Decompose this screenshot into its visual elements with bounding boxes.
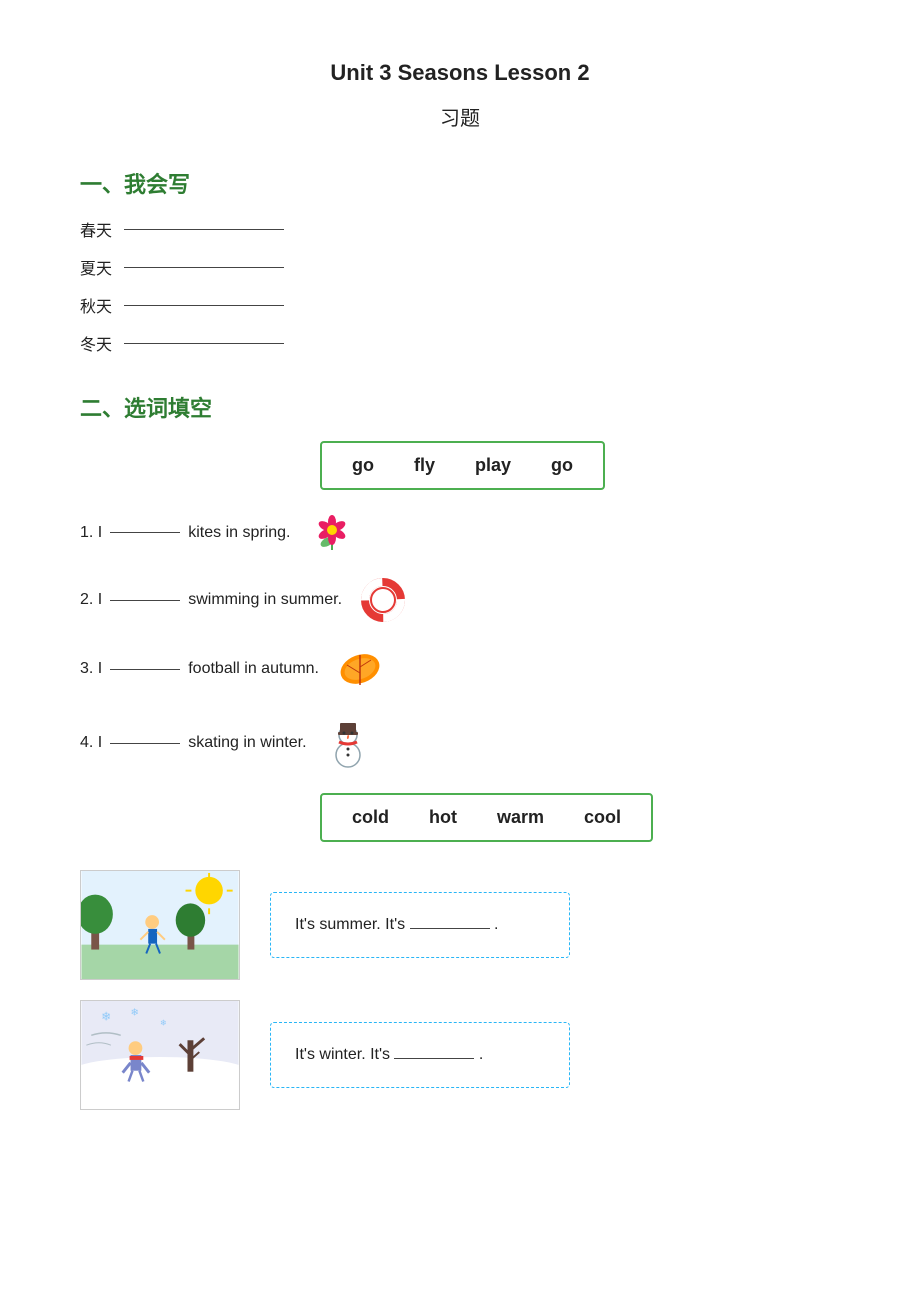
write-line-2: 夏天 [80, 255, 840, 279]
sentence-4-text: skating in winter. [188, 734, 306, 752]
winter-answer-period: . [479, 1046, 483, 1063]
sentence-4-num: 4. I [80, 734, 102, 752]
word-go1: go [352, 455, 374, 476]
sub-title: 习题 [80, 102, 840, 131]
word-cool: cool [584, 807, 621, 828]
write-blank-3[interactable] [124, 305, 284, 306]
sentence-3-text: football in autumn. [188, 660, 319, 678]
write-blank-1[interactable] [124, 229, 284, 230]
word-box-1: go fly play go [320, 441, 605, 490]
write-label-3: 秋天 [80, 293, 120, 317]
write-blank-4[interactable] [124, 343, 284, 344]
winter-answer-box: It's winter. It's . [270, 1022, 570, 1089]
write-label-2: 夏天 [80, 255, 120, 279]
sentence-1-blank[interactable] [110, 532, 180, 533]
sentence-2: 2. I swimming in summer. [80, 575, 840, 625]
summer-answer-text: It's summer. It's [295, 916, 410, 933]
section-two: 二、选词填空 go fly play go 1. I kites in spri… [80, 391, 840, 1110]
section-one: 一、我会写 春天 夏天 秋天 冬天 [80, 167, 840, 355]
winter-answer-blank[interactable] [394, 1058, 474, 1059]
word-fly: fly [414, 455, 435, 476]
section-one-title: 一、我会写 [80, 167, 840, 199]
winter-scene-image: ❄ ❄ ❄ [80, 1000, 240, 1110]
word-hot: hot [429, 807, 457, 828]
sentence-1: 1. I kites in spring. [80, 510, 840, 555]
sentence-1-text: kites in spring. [188, 524, 290, 542]
sentence-3-blank[interactable] [110, 669, 180, 670]
write-label-4: 冬天 [80, 331, 120, 355]
sentence-2-blank[interactable] [110, 600, 180, 601]
sentence-4-blank[interactable] [110, 743, 180, 744]
sentence-3: 3. I football in autumn. [80, 645, 840, 693]
write-label-1: 春天 [80, 217, 120, 241]
word-play: play [475, 455, 511, 476]
flower-icon [305, 510, 360, 555]
write-blank-2[interactable] [124, 267, 284, 268]
sentence-2-text: swimming in summer. [188, 591, 342, 609]
main-title: Unit 3 Seasons Lesson 2 [80, 60, 840, 86]
winter-answer-text: It's winter. It's [295, 1046, 394, 1063]
word-cold: cold [352, 807, 389, 828]
word-warm: warm [497, 807, 544, 828]
write-line-3: 秋天 [80, 293, 840, 317]
word-box-2: cold hot warm cool [320, 793, 653, 842]
sentence-1-num: 1. I [80, 524, 102, 542]
write-line-4: 冬天 [80, 331, 840, 355]
summer-answer-blank[interactable] [410, 928, 490, 929]
scene-row-1: It's summer. It's . [80, 870, 840, 980]
svg-text:❄: ❄ [131, 1008, 139, 1019]
leaf-icon [333, 645, 388, 693]
snowman-icon [321, 713, 376, 773]
ring-icon [356, 575, 411, 625]
scene-row-2: ❄ ❄ ❄ It's winter. It's . [80, 1000, 840, 1110]
sentence-4: 4. I skating in winter. [80, 713, 840, 773]
sentence-2-num: 2. I [80, 591, 102, 609]
summer-answer-period: . [494, 916, 498, 933]
section-two-title: 二、选词填空 [80, 391, 840, 423]
summer-answer-box: It's summer. It's . [270, 892, 570, 959]
word-go2: go [551, 455, 573, 476]
summer-scene-image [80, 870, 240, 980]
sentence-3-num: 3. I [80, 660, 102, 678]
write-line-1: 春天 [80, 217, 840, 241]
svg-text:❄: ❄ [101, 1011, 111, 1024]
svg-text:❄: ❄ [160, 1019, 167, 1028]
